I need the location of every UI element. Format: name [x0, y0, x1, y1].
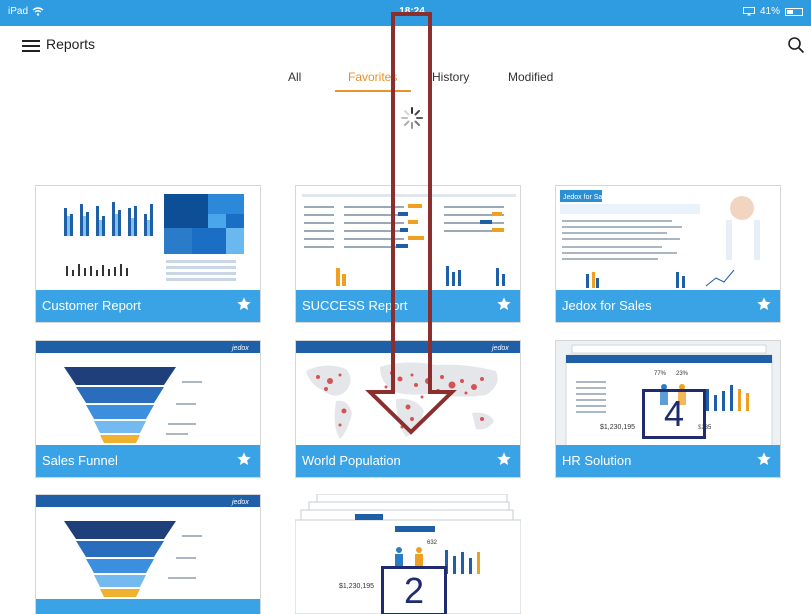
report-card-success-report[interactable]: SUCCESS Report [295, 185, 521, 323]
battery-percentage: 41% [759, 6, 780, 17]
report-thumbnail: jedox [36, 495, 260, 601]
hr-pct-2: 23% [676, 371, 689, 377]
report-card-sales-funnel[interactable]: jedox Sales Funnel [35, 340, 261, 478]
report-filter-tabs: All Favorites History Modified [12, 66, 811, 92]
status-left: iPad [8, 6, 44, 17]
report-card-sales-funnel-2[interactable]: jedox [35, 494, 261, 614]
star-icon[interactable] [756, 296, 772, 312]
screen-mirroring-icon [742, 7, 755, 16]
hamburger-icon[interactable] [22, 40, 40, 52]
report-title: HR Solution [562, 453, 632, 468]
report-card-footer: Jedox for Sales [556, 290, 780, 322]
report-card-footer: SUCCESS Report [296, 290, 520, 322]
jedox-logo: jedox [231, 345, 249, 352]
step-badge: 2 [381, 566, 447, 614]
step-badge: 4 [642, 389, 706, 439]
star-icon[interactable] [236, 296, 252, 312]
star-icon[interactable] [756, 451, 772, 467]
app-header: Reports [12, 26, 811, 62]
report-title: Sales Funnel [42, 453, 118, 468]
report-title: SUCCESS Report [302, 298, 408, 313]
status-time: 18:24 [399, 6, 425, 17]
report-card-customer-report[interactable]: Customer Report [35, 185, 261, 323]
report-card-stack[interactable]: 632 $1,230,195 2 [295, 494, 521, 614]
report-thumbnail: jedox [36, 341, 260, 447]
tab-favorites[interactable]: Favorites [348, 70, 397, 84]
report-thumbnail: Jedox for Sales [556, 186, 780, 292]
tab-history[interactable]: History [432, 70, 469, 84]
report-title: Jedox for Sales [562, 298, 652, 313]
status-bar: iPad 18:24 41% [0, 0, 811, 26]
report-thumbnail [36, 186, 260, 292]
report-thumbnail: jedox [296, 341, 520, 447]
hr-amount-1: $1,230,195 [600, 424, 635, 431]
jedox-for-sales-banner: Jedox for Sales [563, 194, 612, 201]
report-card-footer: HR Solution [556, 445, 780, 477]
star-icon[interactable] [496, 296, 512, 312]
app-frame: Reports All Favorites History Modified C… [12, 26, 811, 614]
page-title: Reports [46, 36, 96, 52]
status-right: 41% [742, 6, 803, 17]
jedox-logo: jedox [231, 499, 249, 506]
search-icon[interactable] [787, 36, 805, 54]
jedox-logo: jedox [491, 345, 509, 352]
report-card-world-population[interactable]: jedox World Population [295, 340, 521, 478]
report-card-hr-solution[interactable]: 77% 23% $1,230,195 $235 4 HR Solution [555, 340, 781, 478]
tab-all[interactable]: All [288, 70, 301, 84]
tab-modified[interactable]: Modified [508, 70, 553, 84]
report-card-footer: Sales Funnel [36, 445, 260, 477]
report-card-footer [36, 599, 260, 614]
report-title: World Population [302, 453, 401, 468]
star-icon[interactable] [496, 451, 512, 467]
report-card-jedox-for-sales[interactable]: Jedox for Sales Jedox for Sales [555, 185, 781, 323]
star-icon[interactable] [236, 451, 252, 467]
device-name: iPad [8, 6, 29, 17]
report-card-footer: Customer Report [36, 290, 260, 322]
report-title: Customer Report [42, 298, 141, 313]
hr-pct-1: 77% [654, 371, 667, 377]
wifi-icon [32, 7, 44, 16]
report-card-footer: World Population [296, 445, 520, 477]
battery-icon [785, 7, 803, 16]
hr2-amount: $1,230,195 [339, 583, 374, 590]
report-thumbnail: 77% 23% $1,230,195 $235 4 [556, 341, 780, 447]
loading-spinner-icon [401, 107, 423, 129]
active-tab-underline [335, 90, 411, 92]
report-thumbnail [296, 186, 520, 292]
report-thumbnail: 632 $1,230,195 2 [295, 494, 521, 614]
hr2-value: 632 [427, 540, 438, 546]
